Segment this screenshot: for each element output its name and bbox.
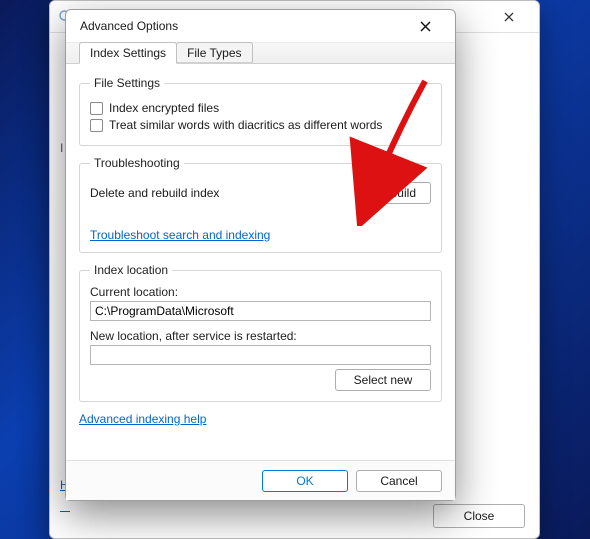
label-diacritics: Treat similar words with diacritics as d… xyxy=(109,118,382,132)
current-location-field[interactable] xyxy=(90,301,431,321)
troubleshoot-link-label: Troubleshoot search and indexing xyxy=(90,228,270,242)
new-location-label: New location, after service is restarted… xyxy=(90,329,431,343)
bg-close-btn-label: Close xyxy=(464,509,495,523)
checkbox-diacritics[interactable] xyxy=(90,119,103,132)
row-diacritics: Treat similar words with diacritics as d… xyxy=(90,118,431,132)
bg-close-button[interactable] xyxy=(487,1,531,32)
bg-side-label: I xyxy=(60,141,63,155)
index-location-group: Index location Current location: New loc… xyxy=(79,263,442,402)
dlg-close-button[interactable] xyxy=(405,10,445,42)
dlg-footer: OK Cancel xyxy=(66,460,455,500)
label-index-encrypted: Index encrypted files xyxy=(109,101,219,115)
advanced-options-dialog: Advanced Options Index Settings File Typ… xyxy=(65,9,456,501)
new-location-field[interactable] xyxy=(90,345,431,365)
row-index-encrypted: Index encrypted files xyxy=(90,101,431,115)
tab-index-settings[interactable]: Index Settings xyxy=(79,42,177,64)
select-new-button[interactable]: Select new xyxy=(335,369,431,391)
troubleshooting-legend: Troubleshooting xyxy=(90,156,184,170)
rebuild-button-label: Rebuild xyxy=(375,186,416,200)
index-location-legend: Index location xyxy=(90,263,172,277)
tab-strip: Index Settings File Types xyxy=(66,42,455,64)
advanced-indexing-help-link[interactable]: Advanced indexing help xyxy=(79,412,206,426)
checkbox-index-encrypted[interactable] xyxy=(90,102,103,115)
file-settings-group: File Settings Index encrypted files Trea… xyxy=(79,76,442,146)
current-location-label: Current location: xyxy=(90,285,431,299)
select-new-label: Select new xyxy=(354,373,413,387)
rebuild-label: Delete and rebuild index xyxy=(90,186,219,200)
ok-label: OK xyxy=(296,474,313,488)
ok-button[interactable]: OK xyxy=(262,470,348,492)
dlg-title: Advanced Options xyxy=(80,19,178,33)
help-link-label: Advanced indexing help xyxy=(79,412,206,426)
cancel-button[interactable]: Cancel xyxy=(356,470,442,492)
troubleshooting-group: Troubleshooting Delete and rebuild index… xyxy=(79,156,442,253)
tab-file-types[interactable]: File Types xyxy=(176,42,252,63)
tab-label: File Types xyxy=(187,46,241,60)
rebuild-button[interactable]: Rebuild xyxy=(360,182,431,204)
bg-close-btn[interactable]: Close xyxy=(433,504,525,528)
rebuild-row: Delete and rebuild index Rebuild xyxy=(90,182,431,204)
dlg-content: File Settings Index encrypted files Trea… xyxy=(66,64,455,460)
bg-link-fragment xyxy=(60,511,70,512)
dlg-titlebar: Advanced Options xyxy=(66,10,455,42)
close-icon xyxy=(504,12,514,22)
file-settings-legend: File Settings xyxy=(90,76,164,90)
troubleshoot-link[interactable]: Troubleshoot search and indexing xyxy=(90,228,270,242)
tab-label: Index Settings xyxy=(90,46,166,60)
cancel-label: Cancel xyxy=(380,474,417,488)
close-icon xyxy=(420,21,431,32)
